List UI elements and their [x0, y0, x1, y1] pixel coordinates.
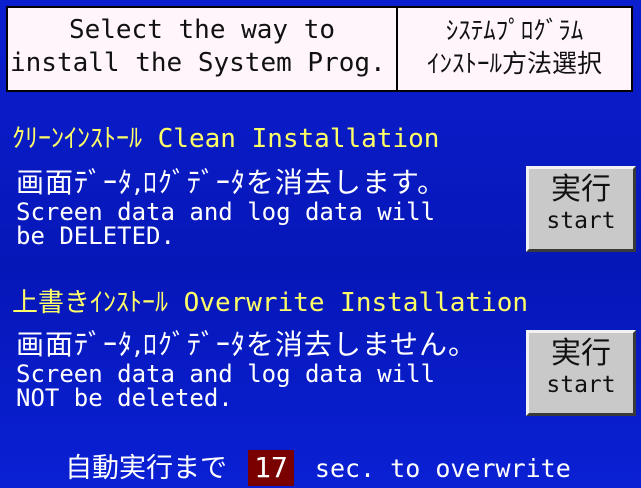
overwrite-button-label-jp: 実行: [551, 336, 611, 371]
overwrite-install-title: 上書きｲﾝｽﾄｰﾙ Overwrite Installation: [12, 288, 529, 318]
clean-desc-jp: 画面ﾃﾞｰﾀ,ﾛｸﾞﾃﾞｰﾀを消去します。: [16, 166, 447, 199]
header-japanese: ｼｽﾃﾑﾌﾟﾛｸﾞﾗﾑ ｲﾝｽﾄｰﾙ方法選択: [398, 8, 631, 90]
header-en-line2: install the System Prog.: [10, 48, 386, 78]
header-panel: Select the way to install the System Pro…: [6, 6, 633, 92]
auto-run-countdown-bar: 自動実行まで 17 sec. to overwrite: [0, 446, 641, 488]
clean-button-label-jp: 実行: [551, 172, 611, 207]
countdown-seconds: 17: [248, 450, 294, 486]
overwrite-install-description: 画面ﾃﾞｰﾀ,ﾛｸﾞﾃﾞｰﾀを消去しません。 Screen data and l…: [16, 328, 477, 410]
overwrite-desc-jp: 画面ﾃﾞｰﾀ,ﾛｸﾞﾃﾞｰﾀを消去しません。: [16, 328, 478, 361]
header-jp-line2: ｲﾝｽﾄｰﾙ方法選択: [426, 49, 602, 78]
clean-install-title: ｸﾘｰﾝｲﾝｽﾄｰﾙ Clean Installation: [12, 124, 440, 154]
overwrite-install-start-button[interactable]: 実行 start: [526, 330, 636, 416]
install-selection-screen: Select the way to install the System Pro…: [0, 0, 641, 488]
clean-button-label-en: start: [546, 208, 616, 234]
clean-install-start-button[interactable]: 実行 start: [526, 166, 636, 252]
clean-desc-en-line2: be DELETED.: [16, 222, 175, 250]
overwrite-desc-en-line1: Screen data and log data will: [16, 360, 436, 388]
header-english: Select the way to install the System Pro…: [8, 8, 398, 90]
header-jp-line1: ｼｽﾃﾑﾌﾟﾛｸﾞﾗﾑ: [445, 16, 584, 45]
overwrite-button-label-en: start: [546, 372, 616, 398]
footer-suffix: sec. to overwrite: [314, 454, 571, 483]
header-en-line1: Select the way to: [68, 15, 336, 45]
clean-desc-en-line1: Screen data and log data will: [16, 198, 436, 226]
footer-prefix-jp: 自動実行まで: [65, 453, 228, 484]
clean-install-description: 画面ﾃﾞｰﾀ,ﾛｸﾞﾃﾞｰﾀを消去します。 Screen data and lo…: [16, 166, 446, 248]
overwrite-desc-en-line2: NOT be deleted.: [16, 384, 233, 412]
